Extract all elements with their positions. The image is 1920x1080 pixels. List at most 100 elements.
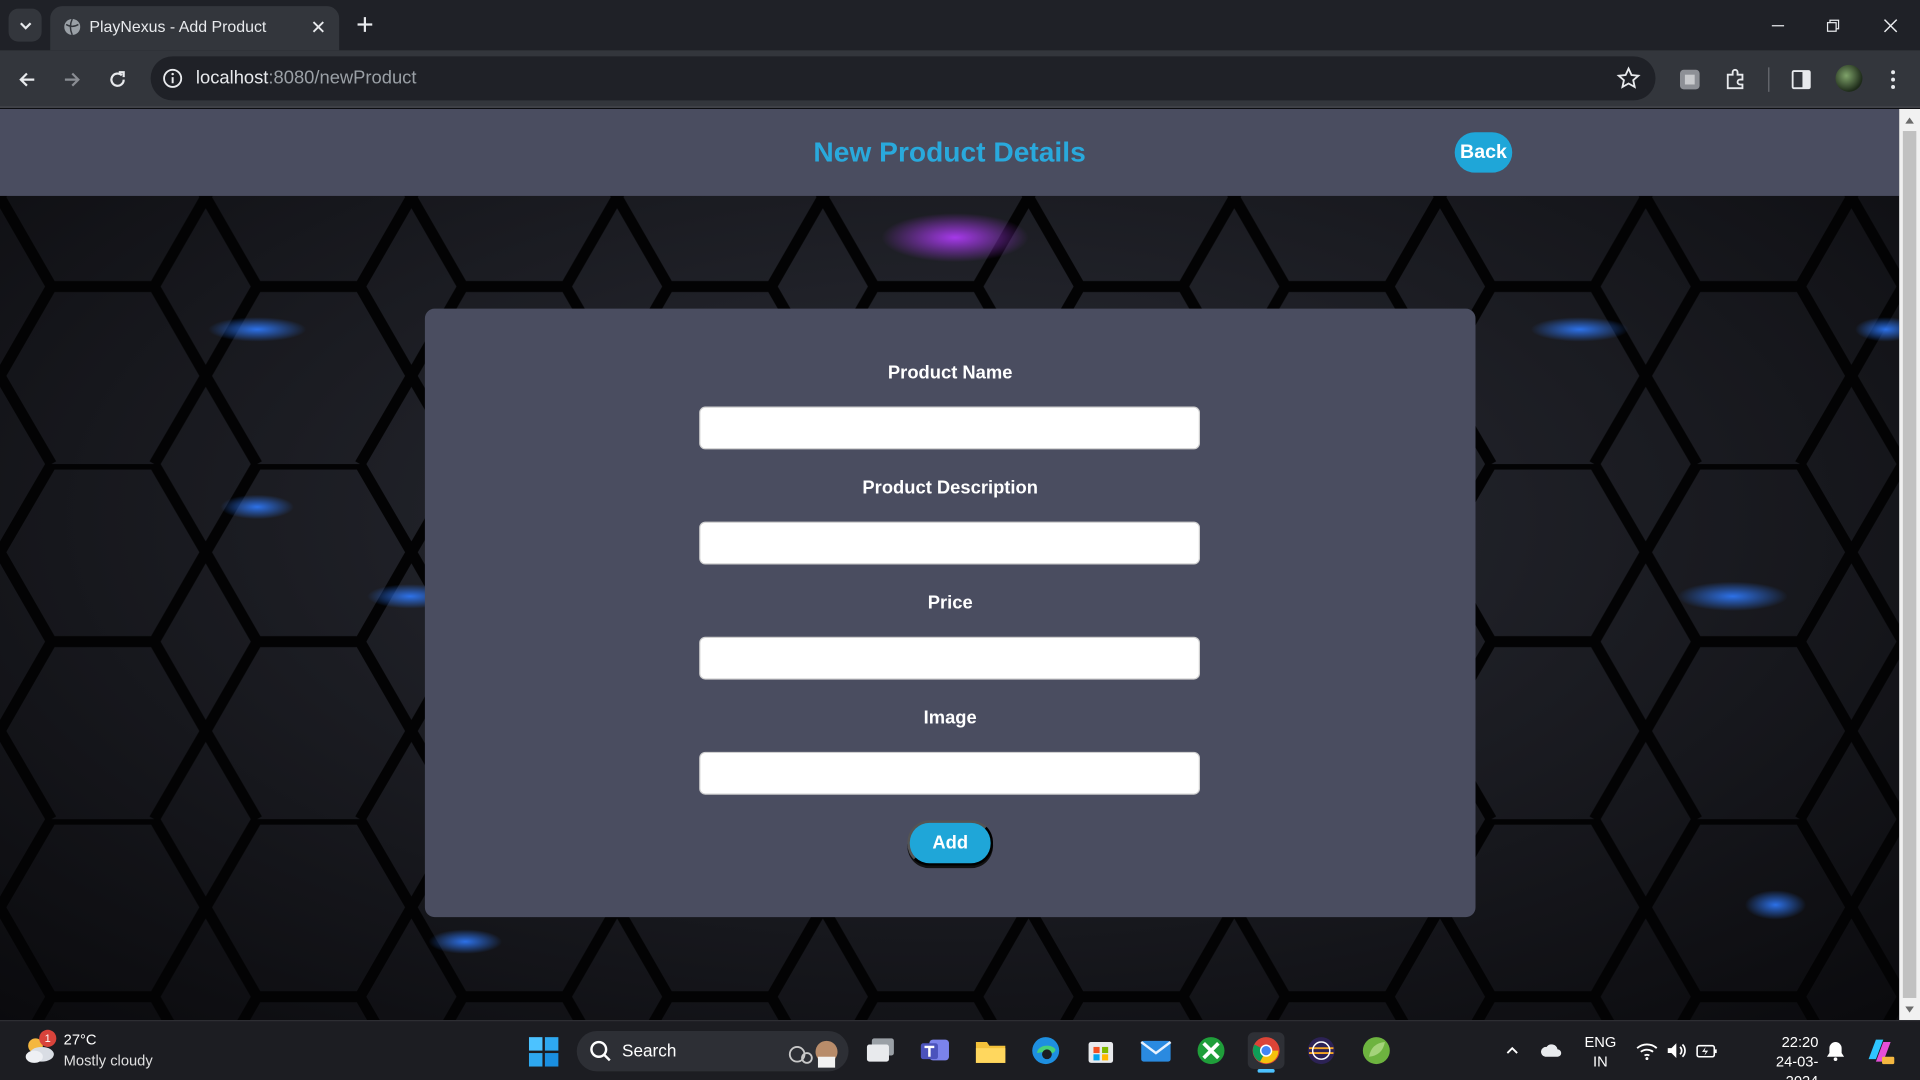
kebab-menu-icon — [1891, 70, 1896, 89]
browser-menu-button[interactable] — [1878, 65, 1907, 94]
arrow-left-icon — [19, 72, 35, 87]
product-description-label: Product Description — [862, 477, 1038, 499]
product-form: Product Name Product Description Price I… — [424, 308, 1476, 918]
back-button[interactable]: Back — [1454, 132, 1513, 173]
notification-gear-icon — [1826, 1042, 1845, 1062]
reload-button[interactable] — [103, 65, 132, 94]
tray-battery[interactable] — [1696, 1040, 1718, 1062]
spring-leaf-icon — [1362, 1037, 1390, 1065]
scroll-up-icon[interactable] — [1904, 115, 1915, 126]
chevron-up-icon — [1506, 1046, 1518, 1054]
tray-onedrive[interactable] — [1540, 1040, 1562, 1062]
browser-toolbar: localhost:8080/newProduct — [0, 50, 1920, 108]
screen: PlayNexus - Add Product localhost:8080/n… — [0, 0, 1920, 1080]
product-description-input[interactable] — [699, 521, 1201, 565]
image-label: Image — [923, 707, 977, 729]
taskbar-file-explorer[interactable] — [972, 1032, 1009, 1069]
tab-close-button[interactable] — [307, 16, 329, 38]
windows-start-icon[interactable] — [528, 1036, 560, 1068]
tab-title: PlayNexus - Add Product — [89, 17, 267, 36]
site-info-icon[interactable] — [162, 67, 184, 89]
reload-icon — [110, 71, 125, 87]
scroll-down-icon[interactable] — [1904, 1004, 1915, 1015]
clock-time: 22:20 — [1781, 1033, 1819, 1051]
taskbar-eclipse[interactable] — [1303, 1032, 1340, 1069]
windows-taskbar: 1 27°C Mostly cloudy Search ENG IN 22:20… — [0, 1020, 1920, 1080]
taskbar-chrome[interactable] — [1247, 1032, 1285, 1073]
xbox-icon — [1197, 1037, 1225, 1065]
product-name-label: Product Name — [887, 362, 1013, 384]
store-icon — [1088, 1042, 1114, 1063]
back-nav-button[interactable] — [12, 65, 41, 94]
extensions-menu-button[interactable] — [1720, 65, 1749, 94]
scroll-thumb[interactable] — [1902, 131, 1917, 998]
tab-search-button[interactable] — [8, 8, 42, 42]
search-icon — [590, 1040, 611, 1062]
task-view-icon — [866, 1038, 894, 1062]
profile-avatar[interactable] — [1835, 64, 1863, 92]
cloud-icon — [1540, 1044, 1562, 1057]
plus-icon — [357, 17, 373, 32]
page-title: New Product Details — [813, 135, 1086, 168]
language-indicator[interactable]: ENG IN — [1581, 1032, 1620, 1071]
url-path: :8080/newProduct — [268, 67, 417, 89]
side-panel-icon — [1791, 70, 1811, 90]
speaker-icon — [1667, 1043, 1686, 1058]
restore-icon — [1826, 18, 1840, 32]
weather-alert-badge: 1 — [39, 1029, 57, 1047]
tray-volume[interactable] — [1665, 1040, 1687, 1062]
tray-copilot[interactable] — [1864, 1035, 1896, 1067]
folder-icon — [975, 1042, 1006, 1063]
arrow-right-icon — [64, 72, 80, 87]
taskbar-store[interactable] — [1082, 1032, 1119, 1069]
search-highlight-icon — [788, 1040, 838, 1068]
clock-date: 24-03-2024 — [1775, 1053, 1819, 1080]
eclipse-icon — [1307, 1037, 1335, 1065]
taskbar-edge[interactable] — [1027, 1032, 1064, 1069]
address-bar[interactable]: localhost:8080/newProduct — [150, 56, 1656, 101]
close-window-button[interactable] — [1862, 0, 1918, 50]
system-clock[interactable]: 22:20 24-03-2024 — [1760, 1032, 1819, 1080]
taskbar-spring-tool[interactable] — [1358, 1032, 1395, 1069]
page-scrollbar[interactable] — [1899, 108, 1920, 1021]
restore-button[interactable] — [1805, 0, 1861, 50]
price-label: Price — [927, 592, 973, 614]
battery-icon — [1696, 1044, 1717, 1058]
tab-active[interactable]: PlayNexus - Add Product — [50, 6, 340, 51]
search-label: Search — [622, 1040, 677, 1061]
extension-app-icon — [1680, 69, 1700, 90]
mail-icon — [1140, 1040, 1172, 1062]
page-header: New Product Details Back — [0, 108, 1900, 196]
price-input[interactable] — [699, 636, 1201, 680]
address-url[interactable]: localhost:8080/newProduct — [196, 67, 417, 88]
taskbar-xbox[interactable] — [1193, 1032, 1230, 1069]
language-code: ENG — [1584, 1033, 1617, 1051]
tray-wifi[interactable] — [1636, 1040, 1658, 1062]
product-name-input[interactable] — [699, 406, 1201, 450]
forward-nav-button[interactable] — [58, 65, 87, 94]
browser-tab-bar: PlayNexus - Add Product — [0, 0, 1920, 51]
globe-icon — [64, 18, 81, 36]
tray-notifications[interactable] — [1824, 1040, 1846, 1062]
bookmark-star-icon[interactable] — [1616, 66, 1641, 90]
image-input[interactable] — [699, 751, 1201, 795]
taskbar-search[interactable]: Search — [576, 1031, 849, 1072]
new-tab-button[interactable] — [353, 12, 377, 36]
weather-temperature[interactable]: 27°C — [64, 1031, 97, 1048]
weather-description[interactable]: Mostly cloudy — [64, 1052, 153, 1069]
taskbar-mail[interactable] — [1138, 1032, 1175, 1069]
chevron-down-icon — [19, 21, 31, 30]
taskbar-teams[interactable] — [917, 1032, 954, 1069]
extension-button[interactable] — [1675, 65, 1704, 94]
chrome-icon — [1252, 1037, 1280, 1065]
minimize-button[interactable] — [1750, 0, 1806, 50]
edge-icon — [1032, 1037, 1060, 1065]
toolbar-divider — [1768, 67, 1770, 92]
url-host: localhost — [195, 67, 269, 89]
copilot-icon — [1868, 1039, 1895, 1065]
web-page: New Product Details Back Product Name Pr… — [0, 108, 1900, 1021]
side-panel-button[interactable] — [1787, 65, 1816, 94]
tray-overflow-button[interactable] — [1501, 1040, 1523, 1062]
taskbar-task-view[interactable] — [862, 1032, 899, 1069]
add-button[interactable]: Add — [907, 820, 994, 866]
